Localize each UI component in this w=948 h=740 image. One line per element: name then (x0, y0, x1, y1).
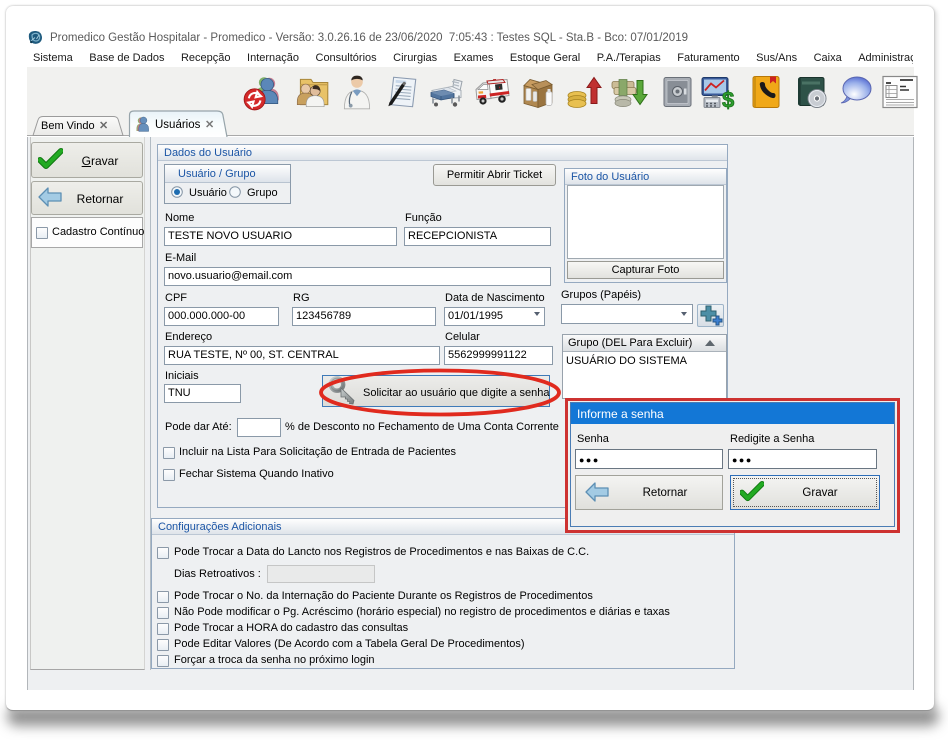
svg-text:$: $ (722, 88, 734, 112)
